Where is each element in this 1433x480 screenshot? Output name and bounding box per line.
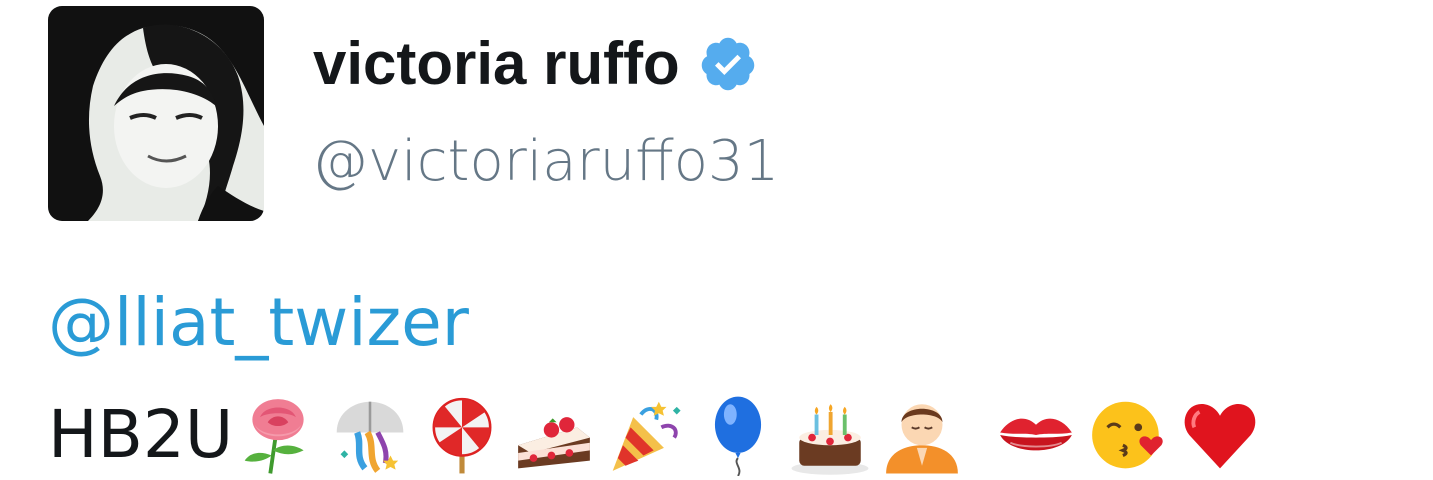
verified-badge-icon — [701, 37, 754, 91]
author-handle[interactable]: @victoriaruffo31 — [312, 134, 779, 190]
birthday-cake-emoji-icon — [791, 404, 869, 475]
tweet-text: HB2U — [48, 396, 234, 473]
kissing-face-heart-emoji-icon — [1092, 401, 1163, 469]
author-name-row: victoria ruffo — [313, 34, 758, 94]
party-popper-emoji-icon — [612, 401, 681, 471]
balloon-emoji-icon — [715, 396, 762, 476]
author-avatar[interactable] — [48, 6, 264, 221]
shortcake-emoji-icon — [518, 417, 591, 469]
avatar-photo — [48, 6, 264, 221]
lollipop-emoji-icon — [432, 397, 492, 474]
kiss-mark-emoji-icon — [1000, 418, 1073, 451]
tweet-body: HB2U — [48, 390, 1271, 480]
confetti-ball-emoji-icon — [336, 401, 404, 473]
person-praying-emoji-icon — [886, 404, 959, 474]
red-heart-emoji-icon — [1184, 404, 1256, 469]
mention-link[interactable]: @lliat_twizer — [48, 290, 469, 356]
author-display-name[interactable]: victoria ruffo — [313, 34, 680, 94]
rose-emoji-icon — [244, 399, 304, 474]
